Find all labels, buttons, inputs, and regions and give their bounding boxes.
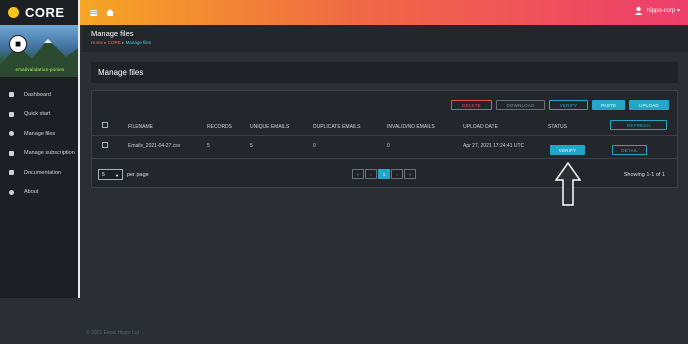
cell-records: 5 xyxy=(207,143,210,149)
user-menu[interactable]: hippo-corp ▾ xyxy=(634,6,680,15)
user-icon xyxy=(634,6,643,15)
breadcrumb-home[interactable]: Home xyxy=(91,40,103,45)
banner-text: emailvalidation-ponies xyxy=(15,67,65,72)
cell-date: Apr 27, 2021 17:24:41 UTC xyxy=(463,143,525,149)
sidebar-item-dashboard[interactable]: Dashboard xyxy=(0,85,78,105)
pagination: « ‹ 1 › » xyxy=(352,169,417,179)
per-page-label: per page xyxy=(127,172,149,178)
file-icon xyxy=(9,131,14,137)
column-header-unique: UNIQUE EMAILS xyxy=(250,124,290,130)
paste-button[interactable]: PASTE xyxy=(592,100,625,110)
page-last-button[interactable]: » xyxy=(404,169,416,179)
topbar: hippo-corp ▾ xyxy=(80,0,688,25)
page-prev-button[interactable]: ‹ xyxy=(365,169,377,179)
delete-button[interactable]: DELETE xyxy=(451,100,492,110)
up-arrow-icon xyxy=(555,162,581,206)
footer-copyright: © 2021 Email Hippo Ltd xyxy=(86,330,139,336)
sidebar-item-label: Manage subscription xyxy=(24,150,75,157)
caret-down-icon: ▼ xyxy=(115,173,119,178)
info-icon xyxy=(9,189,14,195)
sidebar-item-manage-files[interactable]: Manage files xyxy=(0,124,78,144)
sidebar-item-about[interactable]: About xyxy=(0,183,78,203)
home-icon[interactable] xyxy=(106,9,114,16)
sidebar: CORE ■ emailvalidation-ponies Dashboard … xyxy=(0,0,80,298)
cell-invalid: 0 xyxy=(387,143,390,149)
sidebar-item-label: Documentation xyxy=(24,169,61,176)
sidebar-item-label: About xyxy=(24,189,39,196)
sidebar-menu: Dashboard Quick start Manage files Manag… xyxy=(0,85,78,202)
verify-toolbar-button[interactable]: VERIFY xyxy=(549,100,588,110)
column-header-date: UPLOAD DATE xyxy=(463,124,498,130)
column-header-records: RECORDS xyxy=(207,124,233,130)
breadcrumb: Home ▸ CORE ▸ Manage files xyxy=(91,40,152,45)
page-first-button[interactable]: « xyxy=(352,169,364,179)
brand-logo-icon xyxy=(8,7,19,18)
cell-filename: Emails_2021-04-27.csv xyxy=(128,143,181,149)
select-all-checkbox[interactable] xyxy=(102,122,108,128)
column-header-duplicate: DUPLICATE EMAILS xyxy=(313,124,361,130)
per-page-value: 5 xyxy=(102,171,105,178)
sidebar-banner: ■ emailvalidation-ponies xyxy=(0,25,78,77)
column-header-filename: FILENAME xyxy=(128,124,154,130)
detail-button[interactable]: DETAIL xyxy=(612,145,647,155)
column-header-status: STATUS xyxy=(548,124,567,130)
download-button[interactable]: DOWNLOAD xyxy=(496,100,545,110)
card-icon xyxy=(9,150,14,156)
hamburger-icon[interactable] xyxy=(90,9,97,16)
sidebar-item-label: Manage files xyxy=(24,130,56,137)
table-divider xyxy=(92,158,677,159)
page-next-button[interactable]: › xyxy=(391,169,403,179)
user-name: hippo-corp ▾ xyxy=(646,8,680,14)
book-icon xyxy=(9,170,14,176)
sidebar-item-label: Quick start xyxy=(24,111,51,118)
table-divider xyxy=(92,135,677,136)
page-1-button[interactable]: 1 xyxy=(378,169,390,179)
row-checkbox[interactable] xyxy=(102,142,108,148)
column-header-invalid: INVALID/NO EMAILS xyxy=(387,124,435,130)
showing-count: Showing 1-1 of 1 xyxy=(623,172,665,178)
sidebar-item-manage-subscription[interactable]: Manage subscription xyxy=(0,144,78,164)
brand-name: CORE xyxy=(25,5,65,20)
cell-unique: 5 xyxy=(250,143,253,149)
sidebar-item-documentation[interactable]: Documentation xyxy=(0,163,78,183)
per-page-select[interactable]: 5 ▼ xyxy=(98,169,123,180)
page-title: Manage files xyxy=(91,29,134,38)
breadcrumb-current: Manage files xyxy=(125,40,152,45)
dashboard-icon xyxy=(9,92,14,98)
brand[interactable]: CORE xyxy=(0,0,78,25)
app-root: CORE ■ emailvalidation-ponies Dashboard … xyxy=(0,0,688,344)
verify-row-button[interactable]: VERIFY xyxy=(550,145,585,155)
sidebar-item-quick-start[interactable]: Quick start xyxy=(0,105,78,125)
sidebar-item-label: Dashboard xyxy=(24,91,51,98)
page-header: Manage files Home ▸ CORE ▸ Manage files xyxy=(82,25,688,52)
breadcrumb-core[interactable]: CORE xyxy=(108,40,121,45)
bolt-icon xyxy=(9,111,14,117)
upload-button[interactable]: UPLOAD xyxy=(629,100,669,110)
card-title: Manage files xyxy=(91,62,678,83)
cell-duplicate: 0 xyxy=(313,143,316,149)
box-icon: ■ xyxy=(9,35,27,53)
refresh-button[interactable]: REFRESH xyxy=(610,120,667,130)
